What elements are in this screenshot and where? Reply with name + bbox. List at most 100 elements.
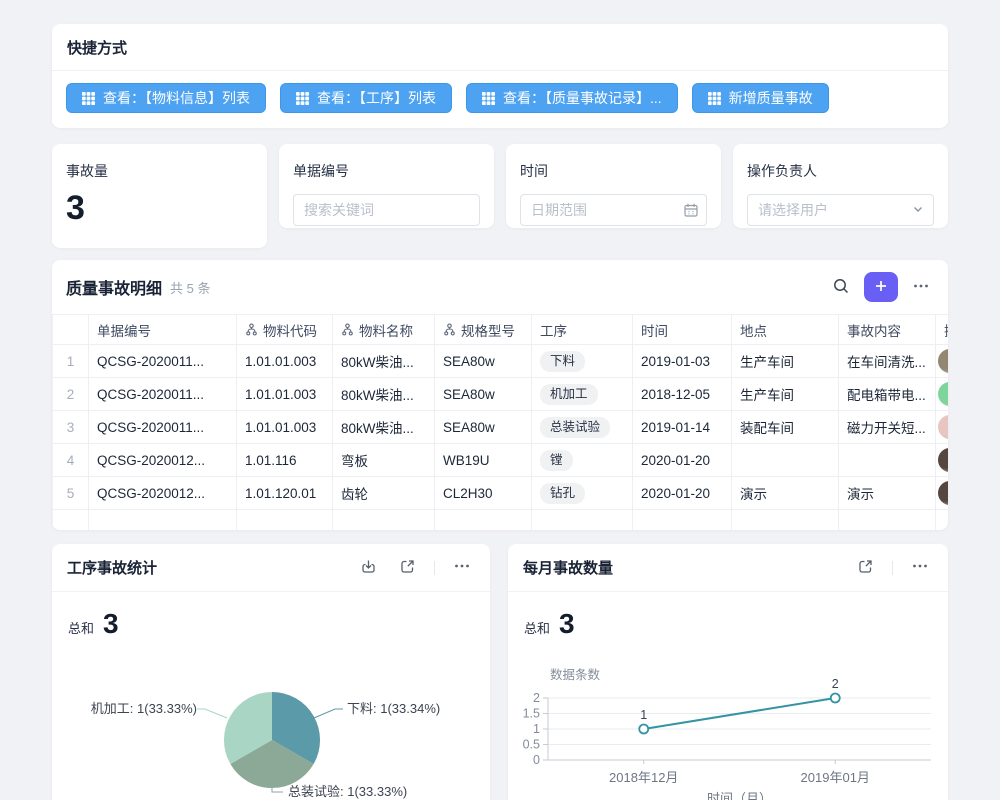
table-cell: QCSG-2020012... xyxy=(89,444,237,477)
table-cell: 2020-01-20 xyxy=(633,444,732,477)
grid-icon xyxy=(708,92,721,105)
search-button[interactable] xyxy=(828,273,854,302)
pie-total-value: 3 xyxy=(103,608,119,640)
add-record-button[interactable] xyxy=(864,272,898,302)
table-header-cell[interactable]: 物料名称 xyxy=(333,315,435,345)
shortcut-button-label: 查看：【质量事故记录】... xyxy=(503,88,662,108)
table-cell: 镗 xyxy=(532,444,633,477)
table-header-cell[interactable]: 规格型号 xyxy=(435,315,532,345)
shortcuts-title: 快捷方式 xyxy=(67,37,127,58)
export-image-button[interactable] xyxy=(356,554,381,582)
table-header-cell[interactable]: 操作负责人 xyxy=(936,315,949,345)
operator-filter-card: 操作负责人 请选择用户 xyxy=(733,144,948,228)
data-point[interactable] xyxy=(831,694,840,703)
pie-leader-line xyxy=(197,709,227,718)
table-cell: 1 xyxy=(53,345,89,378)
table-cell: 生产车间 xyxy=(732,345,839,378)
time-label: 时间 xyxy=(520,161,707,181)
process-tag: 机加工 xyxy=(540,384,598,405)
more-icon xyxy=(912,277,930,298)
table-header-cell[interactable]: 地点 xyxy=(732,315,839,345)
time-filter-card: 时间 xyxy=(506,144,721,228)
grid-icon xyxy=(82,92,95,105)
doc-no-label: 单据编号 xyxy=(293,161,480,181)
shortcut-button[interactable]: 查看：【物料信息】列表 xyxy=(66,83,266,113)
table-cell: CL2H30 xyxy=(435,477,532,510)
table-header-cell[interactable]: 工序 xyxy=(532,315,633,345)
process-stats-header: 工序事故统计 xyxy=(52,544,490,592)
table-cell: SEA80w xyxy=(435,411,532,444)
y-tick-label: 1 xyxy=(533,722,540,736)
pie-more-button[interactable] xyxy=(449,553,475,582)
x-tick-label: 2019年01月 xyxy=(801,770,870,785)
table-cell: 80kW柴油... xyxy=(333,345,435,378)
external-link-icon xyxy=(399,558,416,578)
more-icon xyxy=(911,557,929,578)
table-row[interactable]: 1QCSG-2020011...1.01.01.00380kW柴油...SEA8… xyxy=(53,345,949,378)
table-cell: 1.01.01.003 xyxy=(237,345,333,378)
shortcut-button[interactable]: 新增质量事故 xyxy=(692,83,829,113)
monthly-count-title: 每月事故数量 xyxy=(523,557,853,578)
table-row[interactable]: 3QCSG-2020011...1.01.01.00380kW柴油...SEA8… xyxy=(53,411,949,444)
table-more-button[interactable] xyxy=(908,273,934,302)
avatar xyxy=(938,349,948,373)
table-cell: 1.01.01.003 xyxy=(237,411,333,444)
pie-chart: 下料: 1(33.34%)总装试验: 1(33.33%)机加工: 1(33.33… xyxy=(52,644,490,800)
process-stats-title: 工序事故统计 xyxy=(67,557,356,578)
table-cell: 2019-01-03 xyxy=(633,345,732,378)
table-record-count: 共 5 条 xyxy=(170,278,210,297)
table-cell: 1.01.120.01 xyxy=(237,477,333,510)
incident-count-value: 3 xyxy=(66,189,253,228)
data-point[interactable] xyxy=(639,725,648,734)
line-more-button[interactable] xyxy=(907,553,933,582)
table-cell xyxy=(936,378,949,411)
table-header-cell[interactable]: 单据编号 xyxy=(89,315,237,345)
process-tag: 下料 xyxy=(540,351,585,372)
shortcut-button[interactable]: 查看：【质量事故记录】... xyxy=(466,83,678,113)
pie-slice-label: 总装试验: 1(33.33%) xyxy=(288,784,407,799)
table-cell: QCSG-2020012... xyxy=(89,477,237,510)
operator-select[interactable]: 请选择用户 xyxy=(747,194,934,226)
table-cell xyxy=(936,444,949,477)
doc-no-search-input[interactable] xyxy=(293,194,480,226)
table-header-cell[interactable]: 物料代码 xyxy=(237,315,333,345)
shortcut-button-label: 新增质量事故 xyxy=(729,88,813,108)
y-tick-label: 0.5 xyxy=(523,738,540,752)
dashboard-page: { "shortcuts": { "title": "快捷方式", "butto… xyxy=(0,0,1000,800)
expand-chart-button[interactable] xyxy=(395,554,420,582)
table-cell: 弯板 xyxy=(333,444,435,477)
table-cell: WB19U xyxy=(435,444,532,477)
table-cell: 80kW柴油... xyxy=(333,411,435,444)
table-cell: 生产车间 xyxy=(732,378,839,411)
table-header-cell[interactable]: 时间 xyxy=(633,315,732,345)
process-tag: 镗 xyxy=(540,450,573,471)
pie-total-label: 总和 xyxy=(68,618,94,637)
table-row[interactable]: 5QCSG-2020012...1.01.120.01齿轮CL2H30钻孔202… xyxy=(53,477,949,510)
incident-count-label: 事故量 xyxy=(66,161,253,181)
table-header-cell[interactable]: 事故内容 xyxy=(839,315,936,345)
line-chart: 00.511.52数据条数2018年12月2019年01月时间（月）12 xyxy=(508,644,948,800)
table-row[interactable]: 4QCSG-2020012...1.01.116弯板WB19U镗2020-01-… xyxy=(53,444,949,477)
process-stats-card: 工序事故统计 xyxy=(52,544,490,800)
pie-slice-label: 下料: 1(33.34%) xyxy=(347,701,440,716)
table-cell: QCSG-2020011... xyxy=(89,378,237,411)
table-cell xyxy=(732,444,839,477)
shortcut-button[interactable]: 查看：【工序】列表 xyxy=(280,83,452,113)
expand-chart-button[interactable] xyxy=(853,554,878,582)
avatar xyxy=(938,448,948,472)
doc-no-filter-card: 单据编号 xyxy=(279,144,494,228)
table-row[interactable]: 2QCSG-2020011...1.01.01.00380kW柴油...SEA8… xyxy=(53,378,949,411)
shortcut-button-label: 查看：【工序】列表 xyxy=(317,88,436,108)
process-tag: 总装试验 xyxy=(540,417,610,438)
table-cell: 装配车间 xyxy=(732,411,839,444)
table-title: 质量事故明细 xyxy=(66,275,162,299)
shortcut-button-label: 查看：【物料信息】列表 xyxy=(103,88,250,108)
operator-select-placeholder: 请选择用户 xyxy=(758,200,828,220)
table-cell: 80kW柴油... xyxy=(333,378,435,411)
avatar xyxy=(938,481,948,505)
monthly-count-header: 每月事故数量 xyxy=(508,544,948,592)
date-range-input[interactable] xyxy=(520,194,707,226)
table-cell: 演示 xyxy=(839,477,936,510)
line-total-value: 3 xyxy=(559,608,575,640)
table-cell: 齿轮 xyxy=(333,477,435,510)
